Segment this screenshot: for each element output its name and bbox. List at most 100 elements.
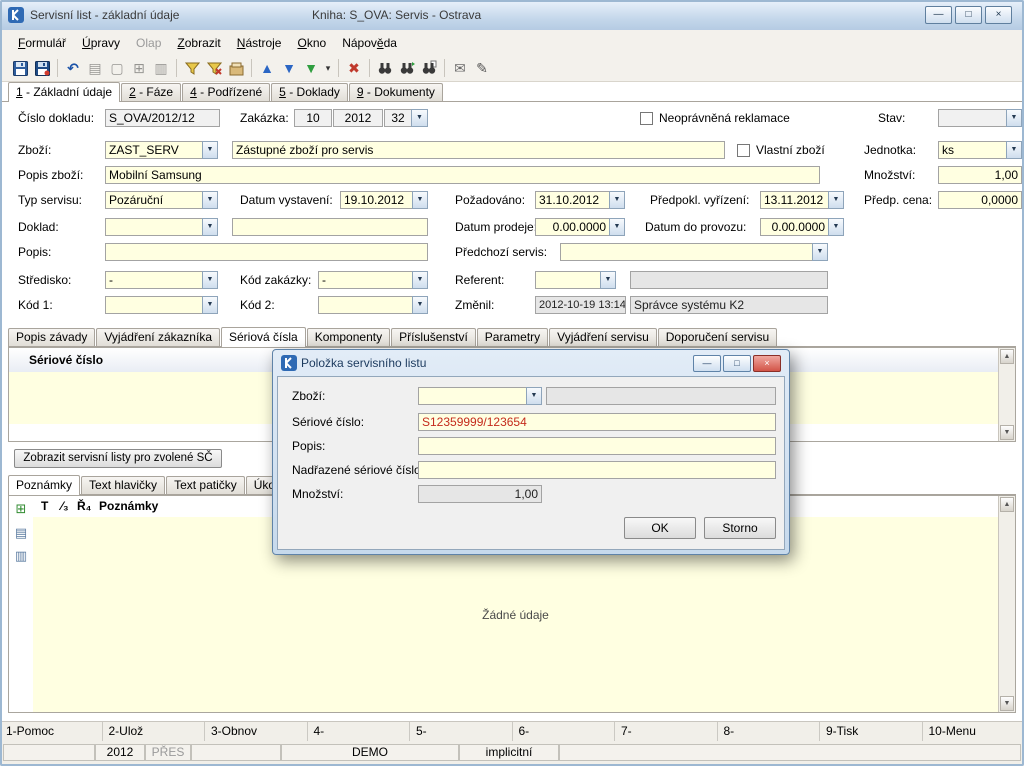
arrow-down-icon[interactable]: ▼ [279,58,299,78]
datum-prodeje-dropdown-button[interactable]: ▼ [609,218,625,236]
zbozi-input[interactable]: ZAST_SERV [105,141,202,159]
jednotka-input[interactable]: ks [938,141,1006,159]
notes-scrollbar[interactable]: ▲ ▼ [998,496,1015,712]
kod1-dropdown-button[interactable]: ▼ [202,296,218,314]
tab-popis-zavady[interactable]: Popis závady [8,328,95,346]
datum-do-provozu-dropdown-button[interactable]: ▼ [828,218,844,236]
dialog-popis-field[interactable] [418,437,776,455]
zbozi-name-field[interactable]: Zástupné zboží pro servis [232,141,725,159]
typ-servisu-input[interactable]: Pozáruční [105,191,202,209]
fkey-2-uloz[interactable]: 2-Ulož [103,722,206,741]
pozadovano-input[interactable]: 31.10.2012 [535,191,609,209]
show-service-lists-button[interactable]: Zobrazit servisní listy pro zvolené SČ [14,449,222,468]
dialog-seriove-cislo-field[interactable]: S12359999/123654 [418,413,776,431]
predchozi-servis-dropdown-button[interactable]: ▼ [812,243,828,261]
tab-podrizene[interactable]: 4 - Podřízené [182,83,270,101]
fkey-9-tisk[interactable]: 9-Tisk [820,722,923,741]
tab-seriova-cisla[interactable]: Sériová čísla [221,327,306,347]
fkey-3-obnov[interactable]: 3-Obnov [205,722,308,741]
zakazka-dropdown-button[interactable]: ▼ [411,109,428,127]
neopravnena-reklamace-checkbox[interactable] [640,112,653,125]
find-next-icon[interactable] [397,58,417,78]
filter-icon[interactable] [182,58,202,78]
tab-prislusenstvi[interactable]: Příslušenství [391,328,476,346]
menu-upravy[interactable]: Úpravy [74,33,128,54]
doklad-dropdown-button[interactable]: ▼ [202,218,218,236]
dialog-nadrazene-field[interactable] [418,461,776,479]
edit-icon[interactable]: ✎ [472,58,492,78]
fkey-6[interactable]: 6- [513,722,616,741]
tab-faze[interactable]: 2 - Fáze [121,83,181,101]
dialog-minimize-button[interactable]: — [693,355,721,372]
ok-button[interactable]: OK [624,517,696,539]
dropdown-icon[interactable]: ▾ [323,58,333,78]
menu-okno[interactable]: Okno [289,33,334,54]
fkey-5[interactable]: 5- [410,722,513,741]
undo-icon[interactable]: ↶ [63,58,83,78]
find-icon[interactable] [375,58,395,78]
new-note-icon[interactable]: ⊞ [13,501,29,517]
scroll-down-icon[interactable]: ▼ [1000,425,1014,440]
predp-cena-field[interactable]: 0,0000 [938,191,1022,209]
tab-parametry[interactable]: Parametry [477,328,548,346]
find-document-icon[interactable] [419,58,439,78]
predchozi-servis-input[interactable] [560,243,812,261]
tab-text-hlavicky[interactable]: Text hlavičky [81,476,165,494]
referent-dropdown-button[interactable]: ▼ [600,271,616,289]
stredisko-dropdown-button[interactable]: ▼ [202,271,218,289]
tab-text-paticky[interactable]: Text patičky [166,476,245,494]
arrow-up-icon[interactable]: ▲ [257,58,277,78]
doklad-name-field[interactable] [232,218,428,236]
predpokl-vyrizeni-input[interactable]: 13.11.2012 [760,191,828,209]
serial-scrollbar[interactable]: ▲ ▼ [998,348,1015,441]
tab-komponenty[interactable]: Komponenty [307,328,390,346]
tab-zakladni-udaje[interactable]: 1 - Základní údaje [8,82,120,102]
kod1-input[interactable] [105,296,202,314]
tab-vyjadreni-zakaznika[interactable]: Vyjádření zákazníka [96,328,220,346]
delete-icon[interactable]: ✖ [344,58,364,78]
close-button[interactable]: × [985,6,1012,24]
tab-vyjadreni-servisu[interactable]: Vyjádření servisu [549,328,657,346]
kod-zakazky-input[interactable]: - [318,271,412,289]
scroll-up-icon[interactable]: ▲ [1000,349,1014,364]
fkey-10-menu[interactable]: 10-Menu [923,722,1024,741]
datum-prodeje-input[interactable]: 0.00.0000 [535,218,609,236]
vlastni-zbozi-checkbox[interactable] [737,144,750,157]
popis-zbozi-field[interactable]: Mobilní Samsung [105,166,820,184]
datum-vystaveni-input[interactable]: 19.10.2012 [340,191,412,209]
fkey-8[interactable]: 8- [718,722,821,741]
pozadovano-dropdown-button[interactable]: ▼ [609,191,625,209]
mail-icon[interactable]: ✉ [450,58,470,78]
doklad-input[interactable] [105,218,202,236]
menu-formular[interactable]: Formulář [10,33,74,54]
dialog-close-button[interactable]: × [753,355,781,372]
stredisko-input[interactable]: - [105,271,202,289]
scroll-down-icon[interactable]: ▼ [1000,696,1014,711]
popis-field[interactable] [105,243,428,261]
menu-nastroje[interactable]: Nástroje [229,33,290,54]
save-icon[interactable] [10,58,30,78]
maximize-button[interactable]: □ [955,6,982,24]
kod-zakazky-dropdown-button[interactable]: ▼ [412,271,428,289]
arrow-down-green-icon[interactable]: ▼ [301,58,321,78]
menu-zobrazit[interactable]: Zobrazit [169,33,228,54]
stav-dropdown-button[interactable]: ▼ [1006,109,1022,127]
dialog-maximize-button[interactable]: □ [723,355,751,372]
save-all-icon[interactable] [32,58,52,78]
dialog-zbozi-dropdown-button[interactable]: ▼ [526,387,542,405]
storno-button[interactable]: Storno [704,517,776,539]
tab-doporuceni-servisu[interactable]: Doporučení servisu [658,328,777,346]
minimize-button[interactable]: — [925,6,952,24]
typ-servisu-dropdown-button[interactable]: ▼ [202,191,218,209]
predpokl-vyrizeni-dropdown-button[interactable]: ▼ [828,191,844,209]
fkey-7[interactable]: 7- [615,722,718,741]
tab-dokumenty[interactable]: 9 - Dokumenty [349,83,443,101]
datum-do-provozu-input[interactable]: 0.00.0000 [760,218,828,236]
scroll-up-icon[interactable]: ▲ [1000,497,1014,512]
tab-doklady[interactable]: 5 - Doklady [271,83,348,101]
datum-vystaveni-dropdown-button[interactable]: ▼ [412,191,428,209]
jednotka-dropdown-button[interactable]: ▼ [1006,141,1022,159]
kod2-input[interactable] [318,296,412,314]
menu-napoveda[interactable]: Nápověda [334,33,405,54]
paste-note-icon[interactable]: ▥ [13,548,29,564]
